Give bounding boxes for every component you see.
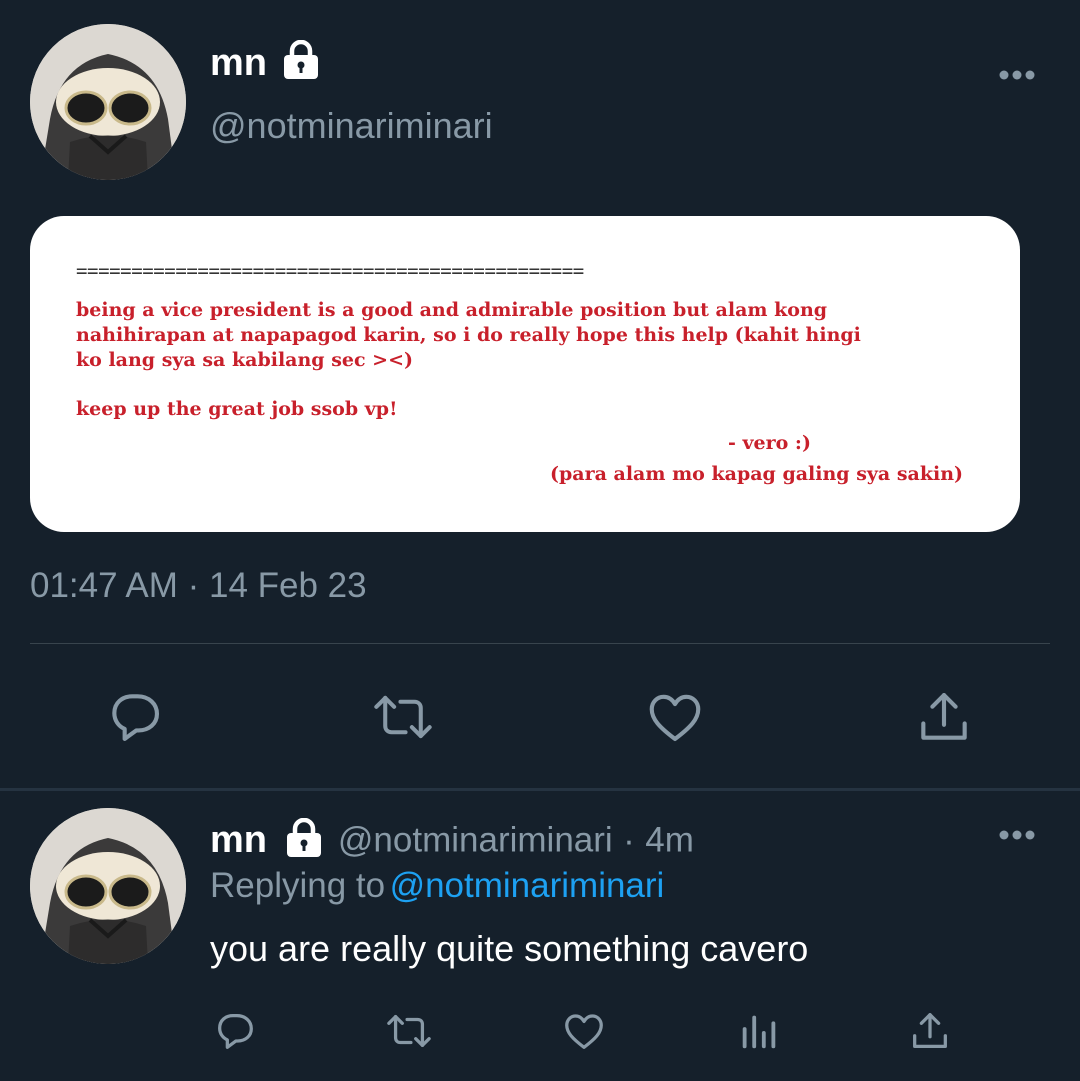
reply-reply-icon[interactable] [212,1008,258,1054]
card-paragraph-1: being a vice president is a good and adm… [76,299,861,371]
replying-to-mention[interactable]: @notminariminari [390,866,665,905]
reply-display-name[interactable]: mn [210,819,267,861]
like-icon[interactable] [643,686,707,748]
analytics-icon[interactable] [736,1008,782,1054]
reply-share-icon[interactable] [906,1008,954,1054]
reply-retweet-icon[interactable] [384,1008,434,1054]
tweet-timestamp[interactable]: 01:47 AM · 14 Feb 23 [30,566,367,606]
card-paragraph-2: keep up the great job ssob vp! [76,398,398,420]
more-options-icon[interactable] [998,68,1038,87]
replying-to-prefix: Replying to [210,866,386,905]
section-divider [0,788,1080,791]
reply-lock-icon [285,817,323,863]
display-name[interactable]: mn [210,42,267,85]
reply-avatar[interactable] [30,808,186,964]
avatar[interactable] [30,24,186,180]
card-signature: - vero :) [728,432,811,454]
reply-more-options-icon[interactable] [998,828,1038,847]
avatar-image [30,24,186,180]
reply-time[interactable]: 4m [645,821,694,860]
share-icon[interactable] [912,686,976,748]
replying-to-line: Replying to @notminariminari [210,866,664,906]
reply-avatar-image [30,808,186,964]
meta-separator: · [623,820,635,860]
reply-handle[interactable]: @notminariminari [338,821,613,860]
reply-header: mn @notminariminari · 4m [210,817,694,863]
lock-icon [282,39,320,85]
separator-line: ========================================… [76,260,584,282]
tweet-image-card[interactable]: ========================================… [30,216,1020,532]
card-note: (para alam mo kapag galing sya sakin) [550,463,964,485]
retweet-icon[interactable] [370,686,436,748]
handle[interactable]: @notminariminari [210,105,493,147]
reply-icon[interactable] [104,686,166,748]
reply-text: you are really quite something cavero [210,928,809,969]
divider [30,643,1050,644]
reply-like-icon[interactable] [560,1008,608,1054]
